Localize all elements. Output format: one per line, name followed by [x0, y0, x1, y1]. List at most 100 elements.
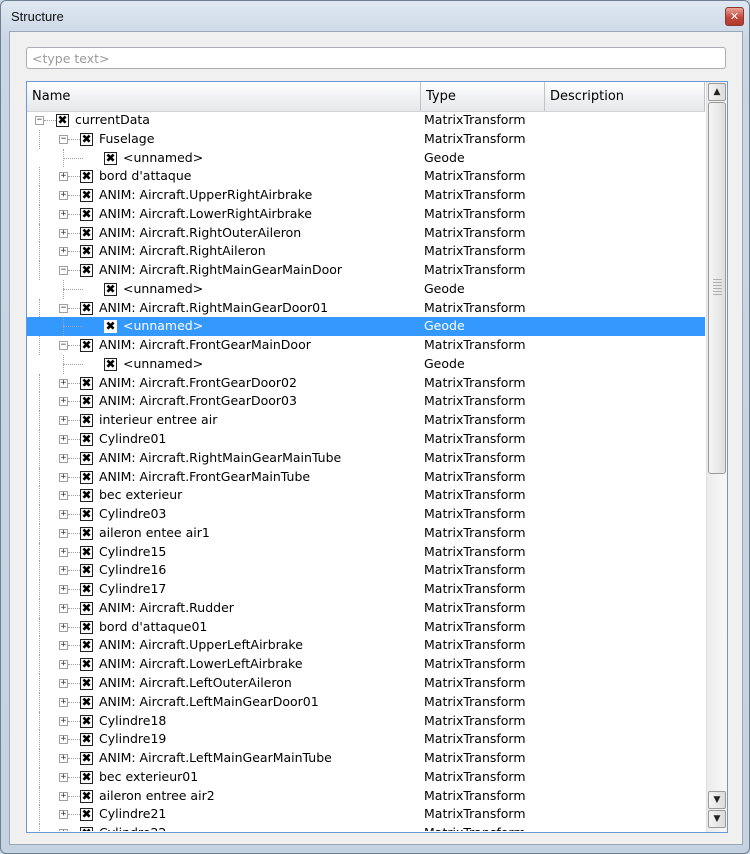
visibility-checkbox[interactable]: ✖	[80, 770, 93, 784]
visibility-checkbox[interactable]: ✖	[80, 752, 93, 766]
expand-icon[interactable]: +	[59, 547, 68, 557]
expand-icon[interactable]: +	[59, 491, 68, 501]
expand-icon[interactable]: +	[59, 566, 68, 576]
visibility-checkbox[interactable]: ✖	[80, 395, 93, 409]
collapse-icon[interactable]: −	[35, 116, 44, 125]
tree-row[interactable]: + ✖ bord d'attaque01 MatrixTransform	[27, 617, 705, 637]
visibility-checkbox[interactable]: ✖	[104, 151, 117, 165]
expand-icon[interactable]: +	[59, 829, 68, 831]
visibility-checkbox[interactable]: ✖	[80, 470, 93, 484]
expand-icon[interactable]: +	[59, 397, 68, 407]
tree-row[interactable]: + ✖ bec exterieur MatrixTransform	[27, 486, 705, 506]
visibility-checkbox[interactable]: ✖	[80, 789, 93, 803]
expand-icon[interactable]: +	[59, 453, 68, 463]
expand-icon[interactable]: +	[59, 228, 68, 238]
search-input[interactable]	[27, 48, 725, 68]
visibility-checkbox[interactable]: ✖	[80, 245, 93, 259]
visibility-checkbox[interactable]: ✖	[80, 714, 93, 728]
column-header-name[interactable]: Name	[27, 82, 421, 111]
visibility-checkbox[interactable]: ✖	[80, 676, 93, 690]
expand-icon[interactable]: +	[59, 585, 68, 595]
vertical-scrollbar[interactable]: ▲ ▼ ▼	[706, 82, 727, 832]
visibility-checkbox[interactable]: ✖	[80, 189, 93, 203]
visibility-checkbox[interactable]: ✖	[80, 601, 93, 615]
expand-icon[interactable]: +	[59, 791, 68, 801]
expand-icon[interactable]: +	[59, 528, 68, 538]
expand-icon[interactable]: +	[59, 603, 68, 613]
visibility-checkbox[interactable]: ✖	[80, 376, 93, 390]
tree-row[interactable]: + ✖ ANIM: Aircraft.FrontGearDoor02 MatrixTr…	[27, 373, 705, 393]
expand-icon[interactable]: +	[59, 735, 68, 745]
visibility-checkbox[interactable]: ✖	[80, 620, 93, 634]
expand-icon[interactable]: +	[59, 754, 68, 764]
column-header-description[interactable]: Description	[545, 82, 705, 111]
tree-row[interactable]: + ✖ ANIM: Aircraft.LeftOuterAileron MatrixT…	[27, 673, 705, 693]
collapse-icon[interactable]: −	[59, 341, 68, 351]
visibility-checkbox[interactable]: ✖	[80, 508, 93, 522]
tree-row[interactable]: + ✖ bord d'attaque MatrixTransform	[27, 167, 705, 187]
visibility-checkbox[interactable]: ✖	[80, 132, 93, 146]
scroll-down-button[interactable]: ▼	[708, 791, 726, 809]
tree-row[interactable]: + ✖ ANIM: Aircraft.LeftMainGearDoor01 Matri…	[27, 692, 705, 712]
visibility-checkbox[interactable]: ✖	[80, 695, 93, 709]
visibility-checkbox[interactable]: ✖	[80, 564, 93, 578]
collapse-icon[interactable]: −	[59, 303, 68, 313]
tree-row[interactable]: + ✖ ANIM: Aircraft.LowerLeftAirbrake Matrix…	[27, 655, 705, 674]
expand-icon[interactable]: +	[59, 435, 68, 445]
tree-row[interactable]: + ✖ Cylindre03 MatrixTransform	[27, 505, 705, 524]
tree-row[interactable]: + ✖ Cylindre16 MatrixTransform	[27, 561, 705, 581]
tree-row[interactable]: + ✖ ANIM: Aircraft.RightAileron MatrixTrans…	[27, 242, 705, 262]
tree-row[interactable]: ✖ <unnamed> Geode	[27, 354, 705, 374]
visibility-checkbox[interactable]: ✖	[80, 170, 93, 184]
visibility-checkbox[interactable]: ✖	[80, 339, 93, 353]
visibility-checkbox[interactable]: ✖	[80, 583, 93, 597]
expand-icon[interactable]: +	[59, 209, 68, 219]
visibility-checkbox[interactable]: ✖	[80, 658, 93, 672]
tree-row[interactable]: + ✖ bec exterieur01 MatrixTransform	[27, 767, 705, 787]
visibility-checkbox[interactable]: ✖	[104, 357, 117, 371]
expand-icon[interactable]: +	[59, 191, 68, 201]
expand-icon[interactable]: +	[59, 247, 68, 257]
visibility-checkbox[interactable]: ✖	[80, 639, 93, 653]
scroll-thumb[interactable]	[708, 102, 726, 474]
visibility-checkbox[interactable]: ✖	[80, 264, 93, 278]
expand-icon[interactable]: +	[59, 416, 68, 426]
tree-row[interactable]: + ✖ ANIM: Aircraft.LeftMainGearMainTube Mat…	[27, 749, 705, 768]
visibility-checkbox[interactable]: ✖	[56, 114, 69, 127]
collapse-icon[interactable]: −	[59, 266, 68, 276]
tree-row[interactable]: + ✖ Cylindre21 MatrixTransform	[27, 805, 705, 825]
expand-icon[interactable]: +	[59, 172, 68, 182]
tree-row[interactable]: + ✖ ANIM: Aircraft.LowerRightAirbrake Matri…	[27, 204, 705, 224]
close-button[interactable]: ✕	[725, 7, 744, 26]
visibility-checkbox[interactable]: ✖	[80, 226, 93, 240]
tree-row[interactable]: ✖ <unnamed> Geode	[27, 148, 705, 168]
search-box[interactable]	[26, 47, 726, 69]
visibility-checkbox[interactable]: ✖	[80, 301, 93, 315]
visibility-checkbox[interactable]: ✖	[104, 282, 117, 296]
expand-icon[interactable]: +	[59, 378, 68, 388]
tree-row[interactable]: + ✖ ANIM: Aircraft.Rudder MatrixTransform	[27, 598, 705, 618]
tree-row[interactable]: + ✖ Cylindre22 MatrixTransform	[27, 824, 705, 831]
column-header-type[interactable]: Type	[421, 82, 545, 111]
tree-row[interactable]: + ✖ aileron entree air2 MatrixTransform	[27, 786, 705, 806]
visibility-checkbox[interactable]: ✖	[80, 733, 93, 747]
tree-row[interactable]: + ✖ Cylindre01 MatrixTransform	[27, 430, 705, 449]
visibility-checkbox[interactable]: ✖	[80, 808, 93, 822]
expand-icon[interactable]: +	[59, 697, 68, 707]
visibility-checkbox[interactable]: ✖	[80, 207, 93, 221]
tree-row[interactable]: + ✖ Cylindre18 MatrixTransform	[27, 711, 705, 731]
collapse-icon[interactable]: −	[59, 134, 68, 144]
expand-icon[interactable]: +	[59, 641, 68, 651]
title-bar[interactable]: Structure ✕	[1, 1, 749, 33]
tree-row[interactable]: + ✖ ANIM: Aircraft.RightOuterAileron Matrix…	[27, 223, 705, 243]
expand-icon[interactable]: +	[59, 660, 68, 670]
visibility-checkbox[interactable]: ✖	[80, 545, 93, 559]
visibility-checkbox[interactable]: ✖	[80, 526, 93, 540]
tree-row[interactable]: − ✖ Fuselage MatrixTransform	[27, 129, 705, 149]
tree-row[interactable]: + ✖ Cylindre15 MatrixTransform	[27, 542, 705, 562]
expand-icon[interactable]: +	[59, 772, 68, 782]
expand-icon[interactable]: +	[59, 678, 68, 688]
tree-row[interactable]: ✖ <unnamed> Geode	[27, 279, 705, 299]
visibility-checkbox[interactable]: ✖	[80, 451, 93, 465]
expand-icon[interactable]: +	[59, 472, 68, 482]
